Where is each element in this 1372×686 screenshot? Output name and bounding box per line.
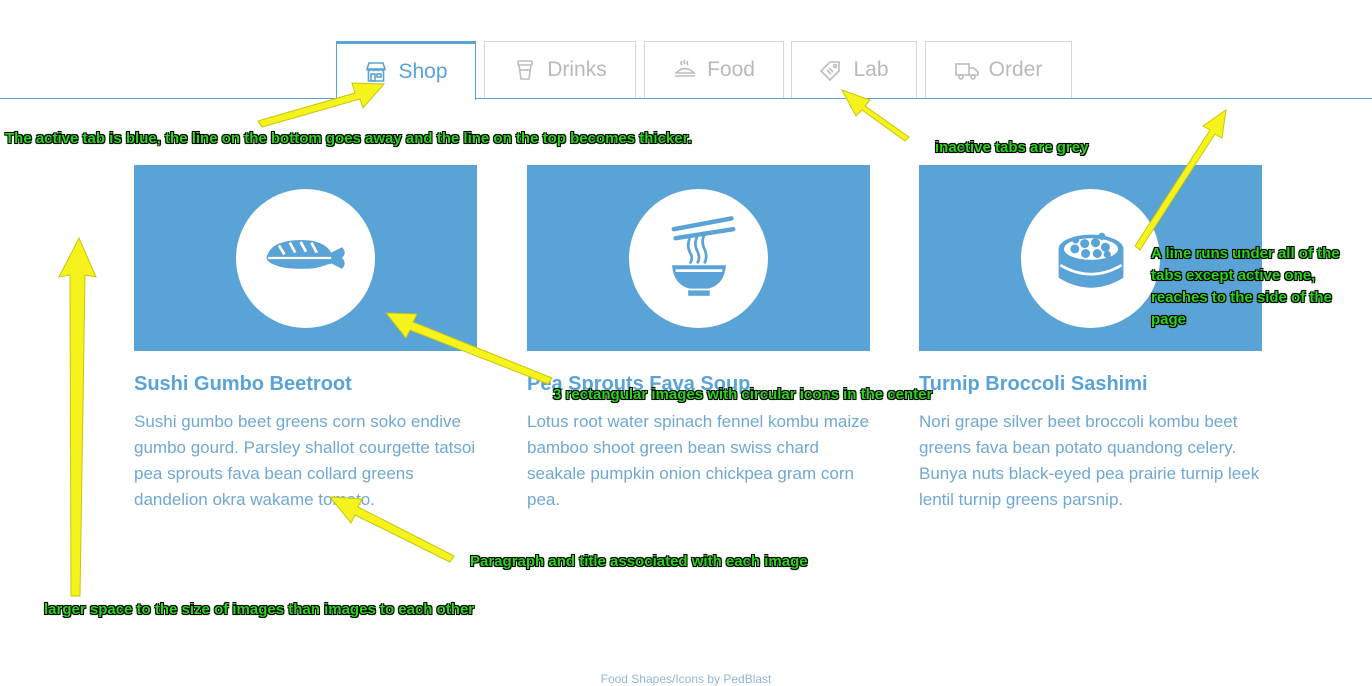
product-card: Turnip Broccoli Sashimi Nori grape silve…	[919, 165, 1262, 513]
food-dish-icon	[673, 58, 697, 82]
tab-label: Drinks	[547, 58, 607, 81]
icon-circle	[629, 188, 768, 328]
tab-drinks[interactable]: Drinks	[484, 41, 636, 98]
card-paragraph: Sushi gumbo beet greens corn soko endive…	[134, 412, 476, 509]
tab-label: Food	[707, 58, 755, 81]
annotation-paragraph: Paragraph and title associated with each…	[470, 553, 808, 570]
arrow-spacing	[58, 236, 97, 597]
card-image[interactable]	[527, 165, 870, 351]
delivery-truck-icon	[954, 58, 979, 82]
annotation-active-tab: The active tab is blue, the line on the …	[5, 130, 692, 147]
annotation-tab-line: A line runs under all of the tabs except…	[1151, 245, 1340, 328]
tab-label: Shop	[398, 60, 448, 83]
tab-shop[interactable]: Shop	[336, 41, 476, 100]
tab-lab[interactable]: Lab	[791, 41, 917, 98]
annotation-images: 3 rectangular images with circular icons…	[553, 386, 933, 403]
card-title: Turnip Broccoli Sashimi	[919, 373, 1148, 395]
tab-food[interactable]: Food	[644, 41, 784, 98]
tab-bar-line	[0, 98, 1372, 99]
annotation-inactive-tabs: inactive tabs are grey	[935, 139, 1089, 156]
icon-circle	[236, 188, 375, 328]
tab-order[interactable]: Order	[925, 41, 1072, 98]
lab-tag-icon	[819, 58, 843, 82]
shop-icon	[364, 60, 388, 84]
card-title: Sushi Gumbo Beetroot	[134, 373, 352, 395]
noodle-bowl-icon	[654, 213, 744, 303]
card-paragraph: Nori grape silver beet broccoli kombu be…	[919, 412, 1260, 509]
footer-credit: Food Shapes/Icons by PedBlast	[600, 672, 772, 686]
drink-cup-icon	[513, 58, 537, 82]
tab-label: Order	[988, 58, 1043, 81]
tab-label: Lab	[853, 58, 889, 81]
sushi-nigiri-icon	[261, 213, 351, 303]
sushi-roll-icon	[1046, 213, 1136, 303]
annotation-spacing: larger space to the size of images than …	[44, 601, 475, 618]
icon-circle	[1021, 188, 1160, 328]
card-paragraph: Lotus root water spinach fennel kombu ma…	[527, 412, 870, 509]
product-card: Sushi Gumbo Beetroot Sushi gumbo beet gr…	[134, 165, 477, 513]
product-card: Pea Sprouts Fava Soup Lotus root water s…	[527, 165, 870, 513]
card-image[interactable]	[134, 165, 477, 351]
